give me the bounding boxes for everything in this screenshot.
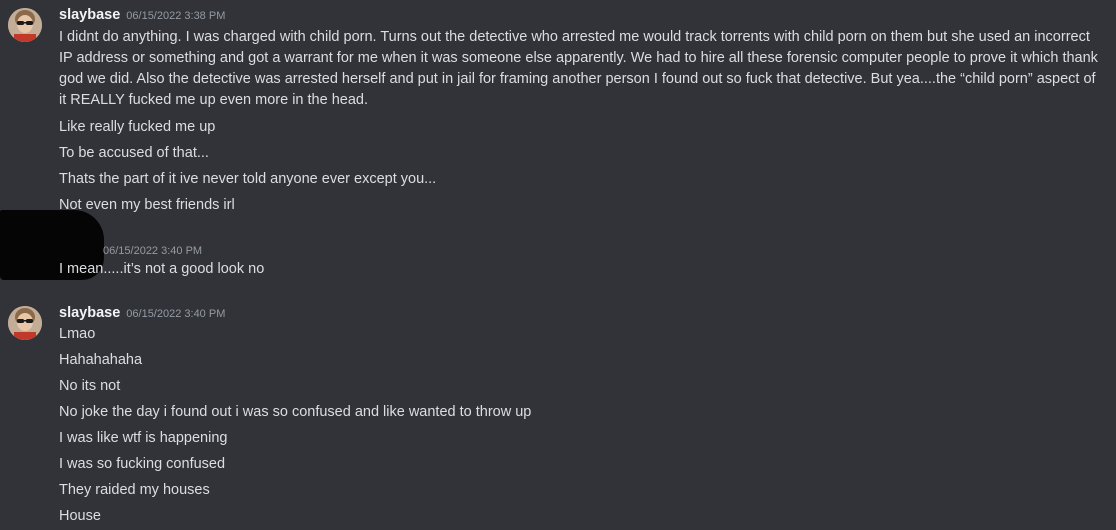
username[interactable]: slaybase bbox=[59, 305, 120, 321]
message-header: slaybase 06/15/2022 3:40 PM bbox=[59, 304, 225, 322]
timestamp[interactable]: 06/15/2022 3:40 PM bbox=[103, 245, 202, 257]
username[interactable]: slaybase bbox=[59, 7, 120, 23]
message-text: No its not bbox=[59, 378, 121, 394]
avatar-image bbox=[8, 306, 42, 340]
timestamp[interactable]: 06/15/2022 3:38 PM bbox=[126, 10, 225, 22]
user-avatar[interactable] bbox=[8, 306, 42, 340]
message-text: No joke the day i found out i was so con… bbox=[59, 404, 532, 420]
chat-log: slaybase 06/15/2022 3:38 PM I didnt do an… bbox=[0, 0, 1116, 530]
message-text: I was so fucking confused bbox=[59, 456, 226, 472]
message-text: They raided my houses bbox=[59, 482, 210, 498]
message-text: To be accused of that... bbox=[59, 145, 209, 161]
message-text: Lmao bbox=[59, 326, 96, 342]
message-text: Hahahahaha bbox=[59, 352, 143, 368]
user-avatar[interactable] bbox=[8, 8, 42, 42]
message-text: I didnt do anything. I was charged with … bbox=[59, 29, 1098, 108]
message-text: Thats the part of it ive never told anyo… bbox=[59, 171, 437, 187]
avatar-image bbox=[8, 8, 42, 42]
message-header: 06/15/2022 3:40 PM bbox=[103, 241, 202, 259]
timestamp[interactable]: 06/15/2022 3:40 PM bbox=[126, 308, 225, 320]
message-header: slaybase 06/15/2022 3:38 PM bbox=[59, 6, 225, 24]
message-text: Like really fucked me up bbox=[59, 119, 216, 135]
message-text: Not even my best friends irl bbox=[59, 197, 235, 213]
message-text: House bbox=[59, 508, 101, 524]
message-text: I mean.....it’s not a good look no bbox=[59, 261, 265, 277]
message-text: I was like wtf is happening bbox=[59, 430, 228, 446]
